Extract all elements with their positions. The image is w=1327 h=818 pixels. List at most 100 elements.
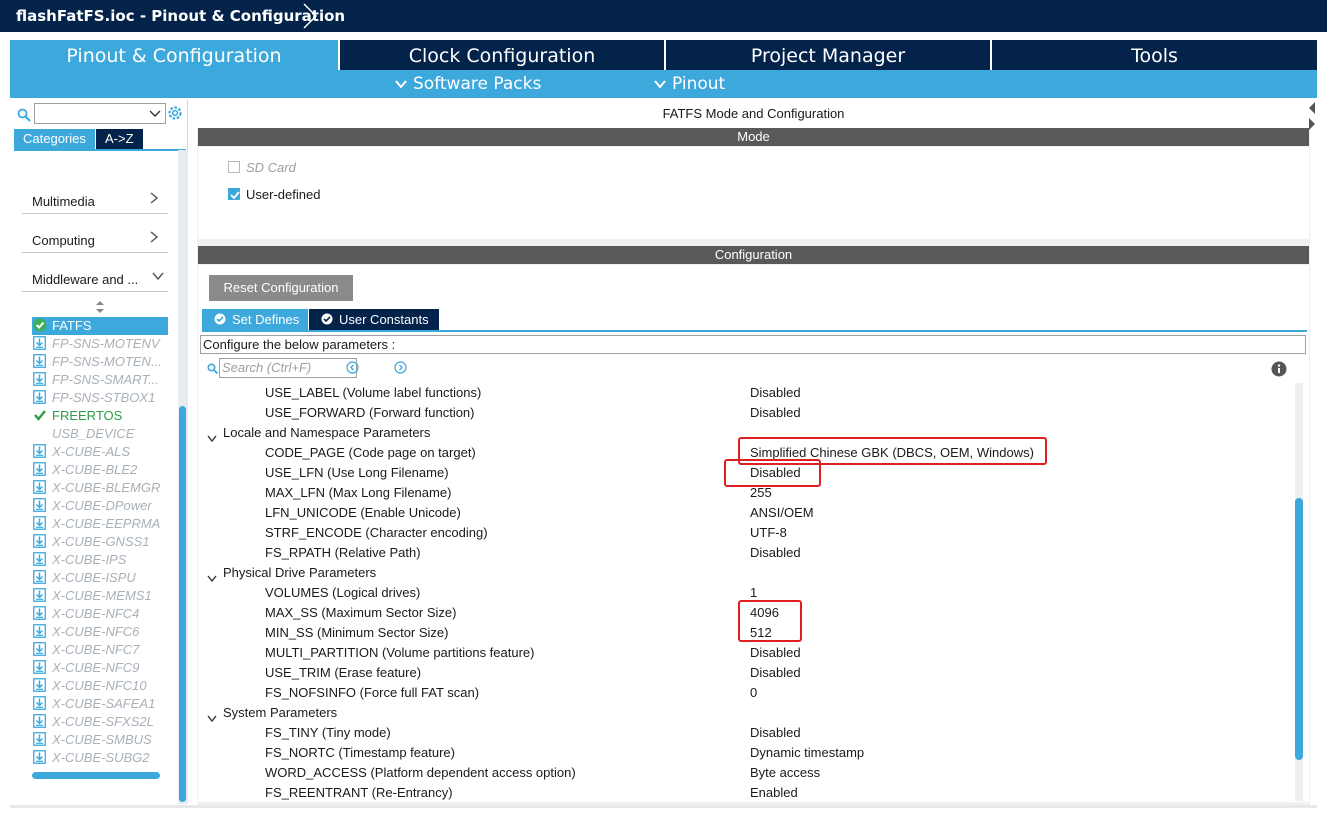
nav-right-icon[interactable] — [394, 361, 407, 374]
param-value[interactable]: Disabled — [750, 383, 801, 403]
param-value[interactable]: Disabled — [750, 663, 801, 683]
tab-a-z[interactable]: A->Z — [96, 129, 143, 149]
param-value[interactable]: 0 — [750, 683, 757, 703]
param-row[interactable]: FS_RPATH (Relative Path) Disabled — [198, 543, 1292, 563]
list-item[interactable]: X-CUBE-MEMS1 — [32, 587, 168, 605]
param-name: FS_RPATH (Relative Path) — [265, 545, 421, 560]
download-icon — [33, 714, 46, 731]
list-item[interactable]: X-CUBE-DPower — [32, 497, 168, 515]
tab-project-manager[interactable]: Project Manager — [666, 40, 990, 70]
sort-updown-icon[interactable] — [95, 300, 105, 314]
user-defined-label: User-defined — [246, 187, 321, 202]
param-value[interactable]: Disabled — [750, 403, 801, 423]
param-group[interactable]: System Parameters — [198, 703, 1292, 723]
tab-tools[interactable]: Tools — [992, 40, 1317, 70]
list-item[interactable]: FP-SNS-STBOX1 — [32, 389, 168, 407]
list-item[interactable]: FREERTOS — [32, 407, 168, 425]
param-value[interactable]: Disabled — [750, 643, 801, 663]
list-item[interactable]: X-CUBE-SAFEA1 — [32, 695, 168, 713]
list-item[interactable]: X-CUBE-NFC10 — [32, 677, 168, 695]
list-item[interactable]: FP-SNS-MOTENV — [32, 335, 168, 353]
list-item[interactable]: X-CUBE-NFC9 — [32, 659, 168, 677]
param-row[interactable]: USE_TRIM (Erase feature) Disabled — [198, 663, 1292, 683]
param-row[interactable]: FS_REENTRANT (Re-Entrancy) Enabled — [198, 783, 1292, 801]
configure-message: Configure the below parameters : — [200, 335, 1306, 354]
list-item[interactable]: FATFS — [32, 317, 168, 335]
chevron-down-icon — [395, 80, 407, 89]
download-icon — [33, 372, 46, 389]
param-name: STRF_ENCODE (Character encoding) — [265, 525, 488, 540]
vertical-scrollbar[interactable] — [179, 406, 186, 802]
param-value[interactable]: Byte access — [750, 763, 820, 783]
download-icon — [33, 642, 46, 659]
param-value[interactable]: ANSI/OEM — [750, 503, 814, 523]
category-label: Middleware and ... — [32, 272, 139, 287]
param-row[interactable]: USE_FORWARD (Forward function) Disabled — [198, 403, 1292, 423]
gear-icon[interactable] — [166, 104, 184, 122]
list-item[interactable]: X-CUBE-ISPU — [32, 569, 168, 587]
category-multimedia[interactable]: Multimedia — [22, 184, 168, 214]
list-item[interactable]: X-CUBE-EEPRMA — [32, 515, 168, 533]
param-row[interactable]: WORD_ACCESS (Platform dependent access o… — [198, 763, 1292, 783]
subtab-underline — [202, 330, 1307, 332]
list-item[interactable]: FP-SNS-SMART... — [32, 371, 168, 389]
download-icon — [33, 696, 46, 713]
download-icon — [33, 462, 46, 479]
list-item[interactable]: X-CUBE-BLE2 — [32, 461, 168, 479]
list-item-label: X-CUBE-ISPU — [52, 570, 136, 585]
tab-categories[interactable]: Categories — [14, 129, 95, 149]
category-middleware[interactable]: Middleware and ... — [22, 262, 168, 292]
software-packs-menu[interactable]: Software Packs — [395, 74, 541, 94]
param-scrollbar[interactable] — [1295, 498, 1303, 760]
list-item[interactable]: X-CUBE-SUBG2 — [32, 749, 168, 767]
param-row[interactable]: FS_TINY (Tiny mode) Disabled — [198, 723, 1292, 743]
list-item[interactable]: X-CUBE-GNSS1 — [32, 533, 168, 551]
check-circle-icon — [33, 318, 47, 335]
download-icon — [33, 534, 46, 551]
list-item-label: FP-SNS-MOTEN... — [52, 354, 162, 369]
param-value[interactable]: Disabled — [750, 723, 801, 743]
tab-pinout-configuration[interactable]: Pinout & Configuration — [10, 40, 338, 70]
user-defined-checkbox[interactable] — [228, 188, 240, 200]
param-value[interactable]: Enabled — [750, 783, 798, 801]
param-name: LFN_UNICODE (Enable Unicode) — [265, 505, 461, 520]
list-item[interactable]: X-CUBE-SMBUS — [32, 731, 168, 749]
param-row[interactable]: FS_NOFSINFO (Force full FAT scan) 0 — [198, 683, 1292, 703]
list-item-label: X-CUBE-NFC4 — [52, 606, 140, 621]
panel-collapse-icon[interactable] — [1309, 102, 1315, 130]
param-row[interactable]: MULTI_PARTITION (Volume partitions featu… — [198, 643, 1292, 663]
list-item[interactable]: X-CUBE-NFC6 — [32, 623, 168, 641]
download-icon — [33, 588, 46, 605]
download-icon — [33, 390, 46, 407]
tab-set-defines[interactable]: Set Defines — [202, 309, 308, 330]
sd-card-checkbox[interactable] — [228, 161, 240, 173]
param-value[interactable]: UTF-8 — [750, 523, 787, 543]
param-value[interactable]: Disabled — [750, 543, 801, 563]
reset-configuration-button[interactable]: Reset Configuration — [209, 275, 353, 301]
param-row[interactable]: USE_LABEL (Volume label functions) Disabl… — [198, 383, 1292, 403]
param-group[interactable]: Physical Drive Parameters — [198, 563, 1292, 583]
search-combo[interactable] — [34, 103, 166, 124]
pinout-menu[interactable]: Pinout — [654, 74, 725, 94]
list-item[interactable]: FP-SNS-MOTEN... — [32, 353, 168, 371]
list-item[interactable]: X-CUBE-IPS — [32, 551, 168, 569]
info-icon[interactable] — [1271, 361, 1287, 377]
horizontal-scrollbar[interactable] — [32, 772, 160, 779]
list-item[interactable]: X-CUBE-NFC4 — [32, 605, 168, 623]
param-row[interactable]: FS_NORTC (Timestamp feature) Dynamic time… — [198, 743, 1292, 763]
search-input[interactable]: Search (Ctrl+F) — [219, 358, 357, 378]
list-item[interactable]: X-CUBE-SFXS2L — [32, 713, 168, 731]
chevron-right-icon — [150, 231, 158, 243]
list-item[interactable]: USB_DEVICE — [32, 425, 168, 443]
param-row[interactable]: LFN_UNICODE (Enable Unicode) ANSI/OEM — [198, 503, 1292, 523]
param-row[interactable]: STRF_ENCODE (Character encoding) UTF-8 — [198, 523, 1292, 543]
nav-left-icon[interactable] — [346, 361, 359, 374]
category-label: Computing — [32, 233, 95, 248]
category-computing[interactable]: Computing — [22, 223, 168, 253]
param-value[interactable]: Dynamic timestamp — [750, 743, 864, 763]
list-item[interactable]: X-CUBE-ALS — [32, 443, 168, 461]
list-item[interactable]: X-CUBE-NFC7 — [32, 641, 168, 659]
list-item[interactable]: X-CUBE-BLEMGR — [32, 479, 168, 497]
tab-clock-configuration[interactable]: Clock Configuration — [340, 40, 664, 70]
tab-user-constants[interactable]: User Constants — [309, 309, 439, 330]
